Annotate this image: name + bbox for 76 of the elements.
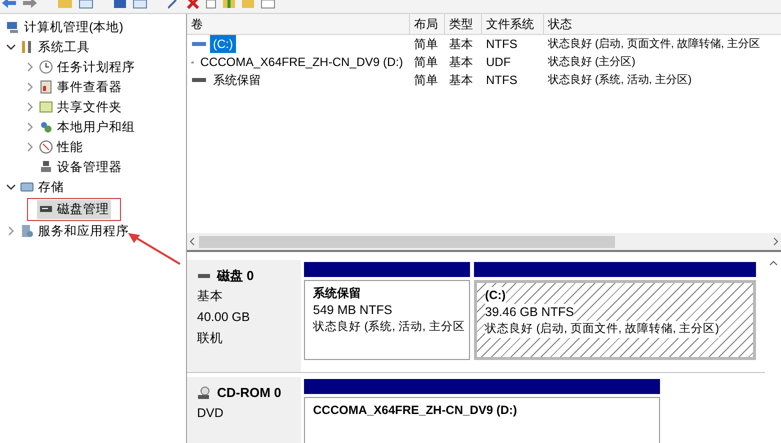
gauge-icon	[39, 140, 53, 154]
clock-icon	[39, 60, 53, 74]
column-header[interactable]: 卷	[187, 14, 410, 34]
table-cell-text: 状态良好 (主分区)	[547, 54, 636, 70]
annotation-arrow	[127, 232, 181, 265]
tree-item[interactable]: 磁盘管理	[37, 200, 111, 218]
partition-block[interactable]: 系统保留 549 MB NTFS 状态良好 (系统, 活动, 主分区	[304, 280, 470, 360]
table-cell-text: 基本	[448, 72, 474, 89]
table-cell-text: UDF	[485, 54, 512, 71]
expand-chevron-icon[interactable]	[25, 142, 35, 152]
expand-chevron-icon[interactable]	[25, 102, 35, 112]
panel-icon[interactable]	[79, 0, 93, 9]
users-icon	[39, 120, 53, 134]
scroll-right-icon[interactable]	[773, 237, 779, 246]
tree-item[interactable]: 存储	[18, 178, 66, 196]
window-icon[interactable]	[261, 0, 275, 9]
collapse-chevron-icon[interactable]	[6, 182, 16, 192]
column-header[interactable]: 类型	[445, 14, 482, 34]
scroll-left-icon[interactable]	[189, 237, 195, 246]
shared-folder-icon	[39, 100, 53, 114]
tree-item[interactable]: 服务和应用程序	[18, 222, 131, 240]
tree-item[interactable]: 事件查看器	[37, 78, 124, 96]
table-cell-text: 简单	[413, 36, 439, 53]
forward-arrow-icon[interactable]	[23, 0, 37, 9]
expand-chevron-icon[interactable]	[25, 122, 35, 132]
table-cell-text: 状态良好 (启动, 页面文件, 故障转储, 主分区	[547, 36, 762, 52]
volume-name[interactable]: CCCOMA_X64FRE_ZH-CN_DV9 (D:)	[197, 53, 406, 71]
partition-title: CCCOMA_X64FRE_ZH-CN_DV9 (D:)	[313, 402, 518, 419]
document-icon[interactable]	[206, 0, 216, 9]
back-arrow-icon[interactable]	[2, 0, 16, 9]
expand-chevron-icon[interactable]	[6, 226, 16, 236]
computer-icon	[6, 20, 20, 34]
close-icon[interactable]	[187, 0, 199, 9]
collapse-chevron-icon[interactable]	[6, 42, 16, 52]
event-log-icon	[39, 80, 53, 94]
expand-chevron-icon[interactable]	[25, 82, 35, 92]
partition-title: (C:)	[485, 287, 506, 304]
horizontal-scrollbar[interactable]	[187, 233, 781, 250]
partition-status: 状态良好 (系统, 活动, 主分区	[313, 319, 465, 335]
expand-chevron-icon[interactable]	[25, 62, 35, 72]
column-header[interactable]: 状态	[544, 14, 781, 34]
table-cell-text: 状态良好 (系统, 活动, 主分区)	[547, 72, 693, 88]
disk-detail: DVD	[197, 405, 224, 422]
table-cell-text: 简单	[413, 54, 439, 71]
volume-name[interactable]: (C:)	[210, 35, 236, 53]
disk-name: CD-ROM 0	[217, 384, 282, 402]
device-icon	[39, 160, 53, 174]
scroll-up-icon[interactable]	[769, 260, 778, 266]
tree-item[interactable]: 性能	[37, 138, 85, 156]
table-cell-text: 基本	[448, 36, 474, 53]
table-cell-text: NTFS	[485, 36, 518, 53]
partition-title: 系统保留	[313, 285, 361, 302]
tree-item[interactable]: 任务计划程序	[37, 58, 137, 76]
partition-size: 549 MB NTFS	[313, 302, 392, 319]
tree-item[interactable]: 计算机管理(本地)	[4, 18, 126, 36]
disk-detail: 联机	[197, 330, 224, 347]
partition-block[interactable]: (C:) 39.46 GB NTFS 状态良好 (启动, 页面文件, 故障转储, 主分区)	[474, 280, 756, 360]
volume-name[interactable]: 系统保留	[210, 71, 264, 89]
partition-size: 39.46 GB NTFS	[485, 304, 574, 321]
tree-item[interactable]: 系统工具	[18, 38, 92, 56]
partition-status: 状态良好 (启动, 页面文件, 故障转储, 主分区)	[485, 321, 720, 338]
panel-icon[interactable]	[133, 0, 147, 9]
table-cell-text: 基本	[448, 54, 474, 71]
disk-detail: 40.00 GB	[197, 309, 251, 326]
disk-detail: 基本	[197, 288, 224, 305]
table-cell-text: NTFS	[485, 72, 518, 89]
tree-item[interactable]: 本地用户和组	[37, 118, 137, 136]
tree-item[interactable]: 共享文件夹	[37, 98, 124, 116]
column-header[interactable]: 布局	[410, 14, 445, 34]
column-header[interactable]: 文件系统	[482, 14, 544, 34]
scrollbar-thumb[interactable]	[199, 236, 615, 248]
tree-item[interactable]: 设备管理器	[37, 158, 124, 176]
disk-name: 磁盘 0	[217, 267, 254, 285]
table-cell-text: 简单	[413, 72, 439, 89]
storage-icon	[20, 180, 34, 194]
partition-block[interactable]: CCCOMA_X64FRE_ZH-CN_DV9 (D:)	[304, 397, 660, 443]
